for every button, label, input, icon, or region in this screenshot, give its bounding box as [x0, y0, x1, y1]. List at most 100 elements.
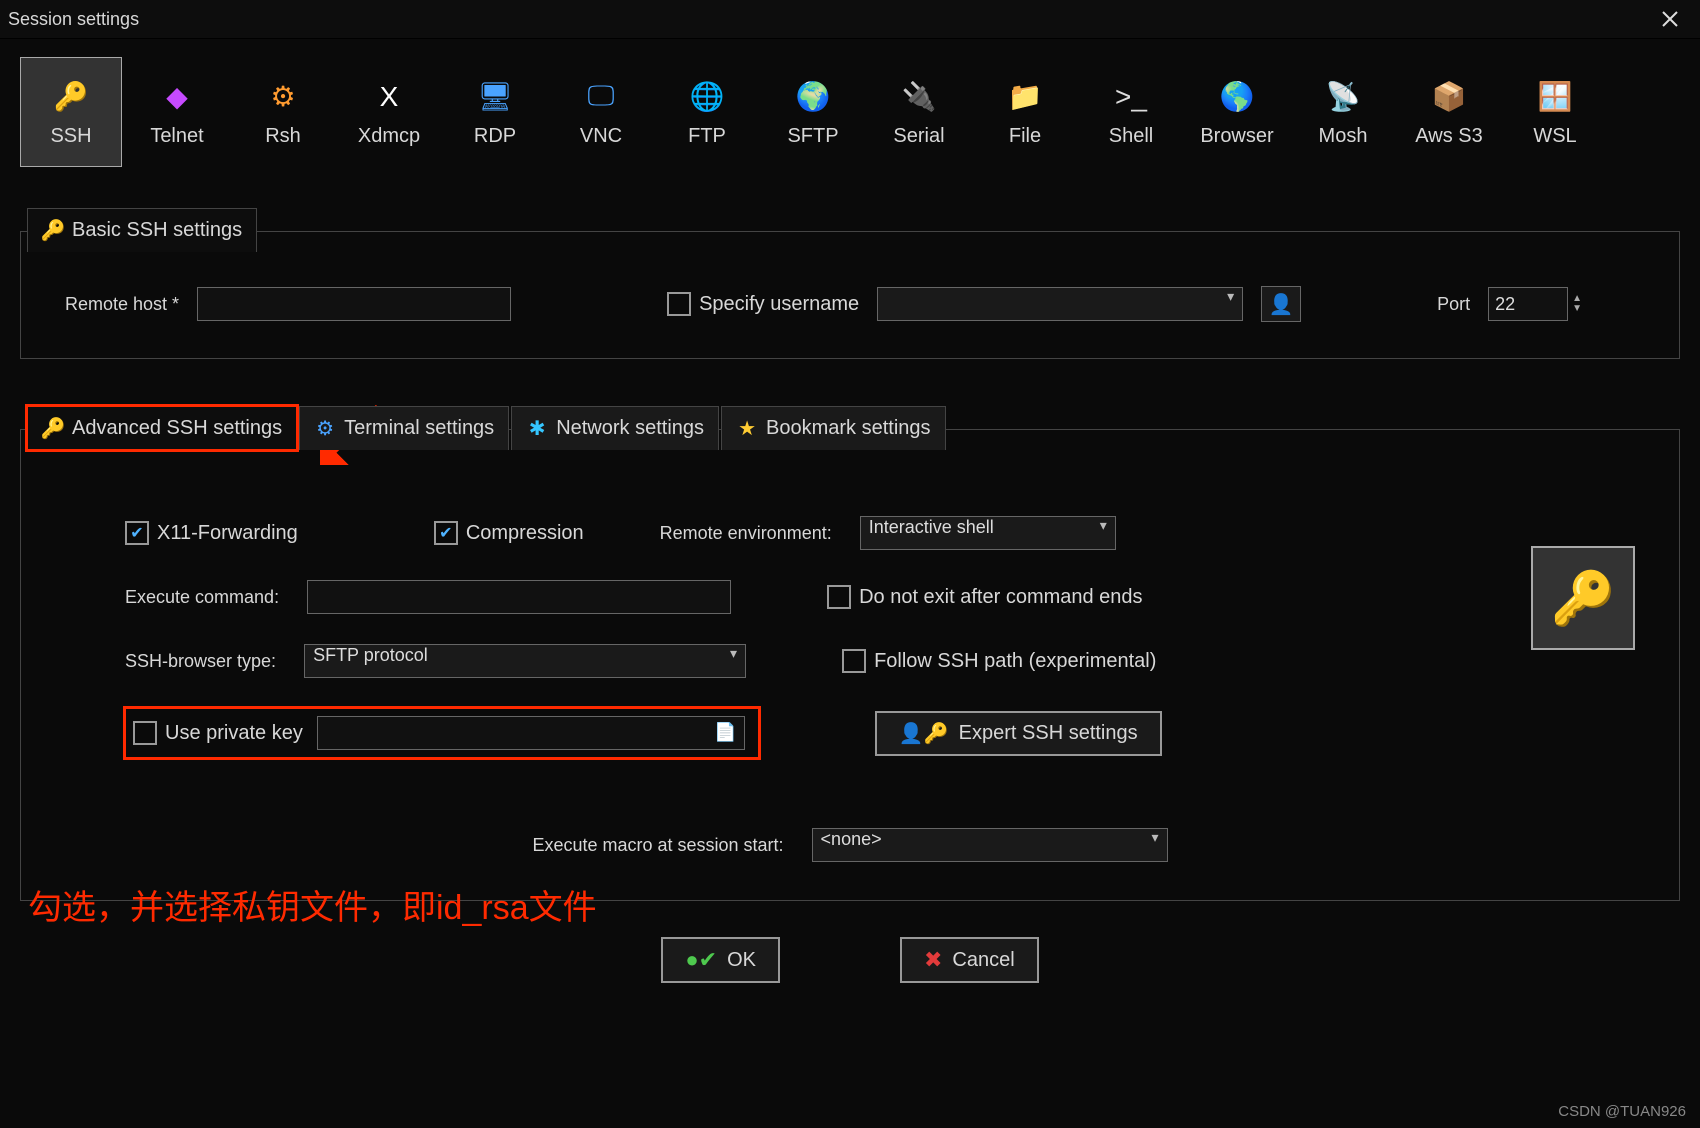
protocol-icon: X	[369, 77, 409, 117]
key-icon: 🔑	[42, 220, 64, 242]
execute-command-label: Execute command:	[125, 587, 279, 608]
checkbox-icon	[133, 721, 157, 745]
protocol-label: Aws S3	[1415, 125, 1482, 148]
protocol-icon: 📁	[1005, 77, 1045, 117]
remote-host-label: Remote host *	[65, 294, 179, 315]
basic-ssh-group: 🔑 Basic SSH settings Remote host * Speci…	[20, 231, 1680, 359]
credentials-button[interactable]: 👤	[1261, 286, 1301, 322]
ok-button[interactable]: ●✔ OK	[661, 937, 780, 983]
protocol-label: Mosh	[1319, 125, 1368, 148]
protocol-label: SFTP	[787, 125, 838, 148]
protocol-browser[interactable]: 🌎 Browser	[1186, 57, 1288, 167]
protocol-file[interactable]: 📁 File	[974, 57, 1076, 167]
tab-advanced-ssh[interactable]: 🔑 Advanced SSH settings	[27, 406, 297, 450]
checkbox-icon	[434, 521, 458, 545]
protocol-icon: 🖵	[581, 77, 621, 117]
protocol-label: WSL	[1533, 125, 1576, 148]
protocol-icon: 🌐	[687, 77, 727, 117]
close-button[interactable]	[1648, 4, 1692, 34]
protocol-icon: 🖥	[475, 77, 515, 117]
x11-forwarding-checkbox[interactable]: X11-Forwarding	[125, 521, 298, 545]
protocol-label: RDP	[474, 125, 516, 148]
gear-icon: ⚙	[314, 418, 336, 440]
protocol-icon: ◆	[157, 77, 197, 117]
check-circle-icon: ●✔	[685, 947, 717, 973]
checkbox-icon	[667, 292, 691, 316]
protocol-label: Telnet	[150, 125, 203, 148]
watermark: CSDN @TUAN926	[1558, 1103, 1686, 1120]
protocol-label: Browser	[1200, 125, 1273, 148]
protocol-mosh[interactable]: 📡 Mosh	[1292, 57, 1394, 167]
protocol-icon: 📡	[1323, 77, 1363, 117]
checkbox-icon	[125, 521, 149, 545]
port-spinner[interactable]: ▲▼	[1488, 287, 1582, 321]
remote-host-input[interactable]	[197, 287, 511, 321]
protocol-label: Serial	[893, 125, 944, 148]
protocol-label: FTP	[688, 125, 726, 148]
remote-env-select[interactable]: Interactive shell	[860, 516, 1116, 550]
tab-network-settings[interactable]: ✱ Network settings	[511, 406, 719, 450]
key-illustration: 🔑	[1531, 546, 1635, 650]
private-key-path-input[interactable]	[317, 716, 745, 750]
protocol-shell[interactable]: >_ Shell	[1080, 57, 1182, 167]
execute-macro-select[interactable]: <none>	[812, 828, 1168, 862]
protocol-icon: 🔌	[899, 77, 939, 117]
network-icon: ✱	[526, 418, 548, 440]
protocol-rsh[interactable]: ⚙ Rsh	[232, 57, 334, 167]
protocol-serial[interactable]: 🔌 Serial	[868, 57, 970, 167]
protocol-aws-s3[interactable]: 📦 Aws S3	[1398, 57, 1500, 167]
execute-macro-label: Execute macro at session start:	[532, 835, 783, 856]
protocol-icon: 🪟	[1535, 77, 1575, 117]
protocol-icon: 🔑	[51, 77, 91, 117]
protocol-icon: ⚙	[263, 77, 303, 117]
protocol-icon: 📦	[1429, 77, 1469, 117]
expert-ssh-settings-button[interactable]: 👤🔑 Expert SSH settings	[875, 711, 1162, 756]
username-select[interactable]	[877, 287, 1243, 321]
checkbox-icon	[827, 585, 851, 609]
protocol-rdp[interactable]: 🖥 RDP	[444, 57, 546, 167]
port-label: Port	[1437, 294, 1470, 315]
protocol-label: Xdmcp	[358, 125, 420, 148]
specify-username-checkbox[interactable]: Specify username	[667, 292, 859, 316]
tab-bookmark-settings[interactable]: ★ Bookmark settings	[721, 406, 946, 450]
advanced-group: 🔑 Advanced SSH settings ⚙ Terminal setti…	[20, 429, 1680, 901]
window-title: Session settings	[8, 9, 139, 30]
protocol-telnet[interactable]: ◆ Telnet	[126, 57, 228, 167]
tab-label: Basic SSH settings	[72, 219, 242, 242]
protocol-wsl[interactable]: 🪟 WSL	[1504, 57, 1606, 167]
checkbox-icon	[842, 649, 866, 673]
user-key-icon: 👤	[1269, 292, 1294, 317]
execute-command-input[interactable]	[307, 580, 731, 614]
protocol-xdmcp[interactable]: X Xdmcp	[338, 57, 440, 167]
protocol-label: Rsh	[265, 125, 301, 148]
tab-terminal-settings[interactable]: ⚙ Terminal settings	[299, 406, 509, 450]
annotation-text: 勾选，并选择私钥文件，即id_rsa文件	[28, 880, 597, 929]
protocol-row: 🔑 SSH ◆ Telnet ⚙ Rsh X Xdmcp 🖥 RDP 🖵 VNC 🌐 FTP 🌍 SFTP 🔌 S…	[20, 57, 1680, 167]
use-private-key-checkbox[interactable]: Use private key	[133, 721, 303, 745]
key-icon: 🔑	[42, 418, 64, 440]
ssh-browser-type-label: SSH-browser type:	[125, 651, 276, 672]
close-icon	[1661, 10, 1679, 28]
cancel-button[interactable]: ✖ Cancel	[900, 937, 1039, 983]
ssh-browser-type-select[interactable]: SFTP protocol	[304, 644, 746, 678]
no-exit-checkbox[interactable]: Do not exit after command ends	[827, 585, 1142, 609]
tab-basic-ssh[interactable]: 🔑 Basic SSH settings	[27, 208, 257, 252]
protocol-label: VNC	[580, 125, 622, 148]
protocol-label: SSH	[50, 125, 91, 148]
protocol-ssh[interactable]: 🔑 SSH	[20, 57, 122, 167]
protocol-icon: 🌍	[793, 77, 833, 117]
protocol-icon: >_	[1111, 77, 1151, 117]
star-icon: ★	[736, 418, 758, 440]
protocol-vnc[interactable]: 🖵 VNC	[550, 57, 652, 167]
protocol-label: Shell	[1109, 125, 1153, 148]
key-icon: 🔑	[1551, 568, 1616, 629]
cross-circle-icon: ✖	[924, 947, 942, 973]
follow-ssh-path-checkbox[interactable]: Follow SSH path (experimental)	[842, 649, 1156, 673]
compression-checkbox[interactable]: Compression	[434, 521, 584, 545]
protocol-ftp[interactable]: 🌐 FTP	[656, 57, 758, 167]
port-input[interactable]	[1488, 287, 1568, 321]
protocol-icon: 🌎	[1217, 77, 1257, 117]
protocol-label: File	[1009, 125, 1041, 148]
file-icon[interactable]: 📄	[714, 722, 736, 743]
protocol-sftp[interactable]: 🌍 SFTP	[762, 57, 864, 167]
